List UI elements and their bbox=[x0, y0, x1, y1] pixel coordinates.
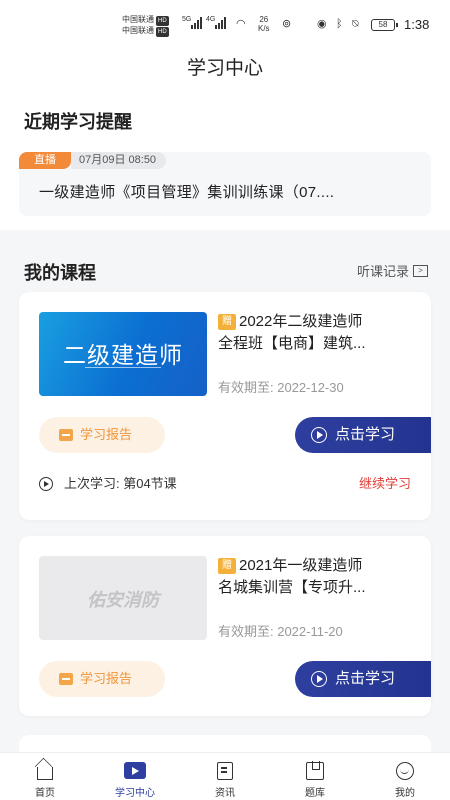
expire-date: 有效期至: 2022-12-30 bbox=[218, 380, 344, 395]
signal-icon bbox=[215, 17, 226, 29]
network-type-2: 4G bbox=[206, 16, 216, 23]
tab-label: 学习中心 bbox=[115, 788, 155, 799]
hd-badge: HD bbox=[156, 16, 169, 26]
section-title-courses: 我的课程 bbox=[24, 263, 96, 283]
bluetooth-icon: ᛒ bbox=[336, 18, 343, 30]
tab-label: 首页 bbox=[35, 788, 55, 799]
clock: 1:38 bbox=[404, 17, 430, 32]
start-study-label: 点击学习 bbox=[335, 670, 396, 687]
page-title: 学习中心 bbox=[186, 58, 263, 79]
question-bank-icon bbox=[306, 761, 324, 780]
carrier-info: 中国联通 HD 中国联通 HD bbox=[122, 15, 169, 37]
hd-badge: HD bbox=[156, 27, 169, 37]
course-title[interactable]: 赠 2022年二级建造师 全程班【电商】建筑... bbox=[218, 311, 414, 355]
live-title: 一级建造师《项目管理》集训训练课（07.... bbox=[39, 184, 335, 201]
course-title-line2: 全程班【电商】建筑... bbox=[218, 335, 366, 352]
bottom-tab-bar: 首页 学习中心 资讯 题库 我的 bbox=[0, 752, 450, 800]
tab-profile[interactable]: 我的 bbox=[360, 753, 450, 800]
course-card[interactable]: 二级建造师 赠 2022年二级建造师 全程班【电商】建筑... 有效期至: 202… bbox=[19, 292, 431, 520]
course-card[interactable]: 佑安消防 赠 2021年一级建造师 名城集训营【专项升... 有效期至: 2022… bbox=[19, 536, 431, 716]
carrier-1: 中国联通 bbox=[122, 15, 154, 24]
study-report-button[interactable]: 学习报告 bbox=[39, 417, 165, 453]
tab-study-center[interactable]: 学习中心 bbox=[90, 753, 180, 800]
thumbnail-logo-text: 佑安消防 bbox=[87, 590, 159, 610]
app-notification-icon: ⊚ bbox=[282, 18, 292, 30]
history-link[interactable]: 听课记录 > bbox=[357, 261, 428, 280]
play-circle-icon bbox=[39, 477, 53, 491]
signal-icon bbox=[191, 17, 202, 29]
start-study-button[interactable]: 点击学习 bbox=[295, 417, 431, 453]
tab-home[interactable]: 首页 bbox=[0, 753, 90, 800]
course-thumbnail[interactable]: 佑安消防 bbox=[39, 556, 207, 640]
live-time: 07月09日 08:50 bbox=[71, 152, 167, 169]
history-link-label: 听课记录 bbox=[356, 264, 409, 279]
play-circle-icon bbox=[311, 427, 327, 443]
gift-tag: 赠 bbox=[218, 558, 236, 574]
play-circle-icon bbox=[311, 671, 327, 687]
tab-news[interactable]: 资讯 bbox=[180, 753, 270, 800]
home-icon bbox=[37, 767, 53, 780]
study-report-label: 学习报告 bbox=[80, 427, 133, 442]
news-icon bbox=[217, 762, 233, 780]
course-title-line1: 2021年一级建造师 bbox=[239, 557, 363, 574]
carrier-2: 中国联通 bbox=[122, 26, 154, 35]
profile-icon bbox=[396, 762, 414, 780]
reminder-card[interactable]: 07月09日 08:50 直播 一级建造师《项目管理》集训训练课（07.... bbox=[19, 152, 431, 216]
live-tag: 直播 bbox=[19, 152, 71, 169]
study-report-label: 学习报告 bbox=[80, 671, 133, 686]
gift-tag: 赠 bbox=[218, 314, 236, 330]
tab-label: 资讯 bbox=[215, 788, 235, 799]
mute-icon: ⍉ bbox=[352, 18, 359, 30]
arrow-right-icon: > bbox=[413, 264, 428, 277]
expire-date: 有效期至: 2022-11-20 bbox=[218, 624, 343, 639]
reminder-section: 近期学习提醒 07月09日 08:50 直播 一级建造师《项目管理》集训训练课（… bbox=[0, 94, 450, 230]
last-study-text: 上次学习: 第04节课 bbox=[64, 476, 177, 491]
course-title-line2: 名城集训营【专项升... bbox=[218, 579, 366, 596]
continue-study-link[interactable]: 继续学习 bbox=[359, 472, 411, 496]
status-bar: 中国联通 HD 中国联通 HD 5G 4G ◠ 26 K/s ⊚ ◉ ᛒ ⍉ 58 1… bbox=[0, 0, 450, 44]
study-report-button[interactable]: 学习报告 bbox=[39, 661, 165, 697]
course-title-line1: 2022年二级建造师 bbox=[239, 313, 363, 330]
battery-icon: 58 bbox=[371, 19, 398, 31]
thumbnail-text: 二级建造师 bbox=[63, 342, 183, 368]
section-title-reminders: 近期学习提醒 bbox=[24, 112, 132, 132]
thumbnail-divider bbox=[85, 367, 161, 368]
start-study-label: 点击学习 bbox=[335, 426, 396, 443]
last-study-row: 上次学习: 第04节课 继续学习 bbox=[39, 472, 411, 496]
tab-label: 题库 bbox=[305, 788, 325, 799]
header: 学习中心 bbox=[0, 44, 450, 94]
eye-icon: ◉ bbox=[317, 18, 327, 30]
course-title[interactable]: 赠 2021年一级建造师 名城集训营【专项升... bbox=[218, 555, 414, 599]
network-type-1: 5G bbox=[182, 16, 192, 23]
wifi-icon: ◠ bbox=[236, 18, 246, 30]
course-thumbnail[interactable]: 二级建造师 bbox=[39, 312, 207, 396]
start-study-button[interactable]: 点击学习 bbox=[295, 661, 431, 697]
report-doc-icon bbox=[59, 429, 73, 441]
network-speed: 26 K/s bbox=[258, 15, 270, 33]
tab-label: 我的 bbox=[395, 788, 415, 799]
courses-header: 我的课程 听课记录 > bbox=[0, 240, 450, 290]
video-play-icon bbox=[124, 762, 146, 779]
tab-question-bank[interactable]: 题库 bbox=[270, 753, 360, 800]
report-doc-icon bbox=[59, 673, 73, 685]
